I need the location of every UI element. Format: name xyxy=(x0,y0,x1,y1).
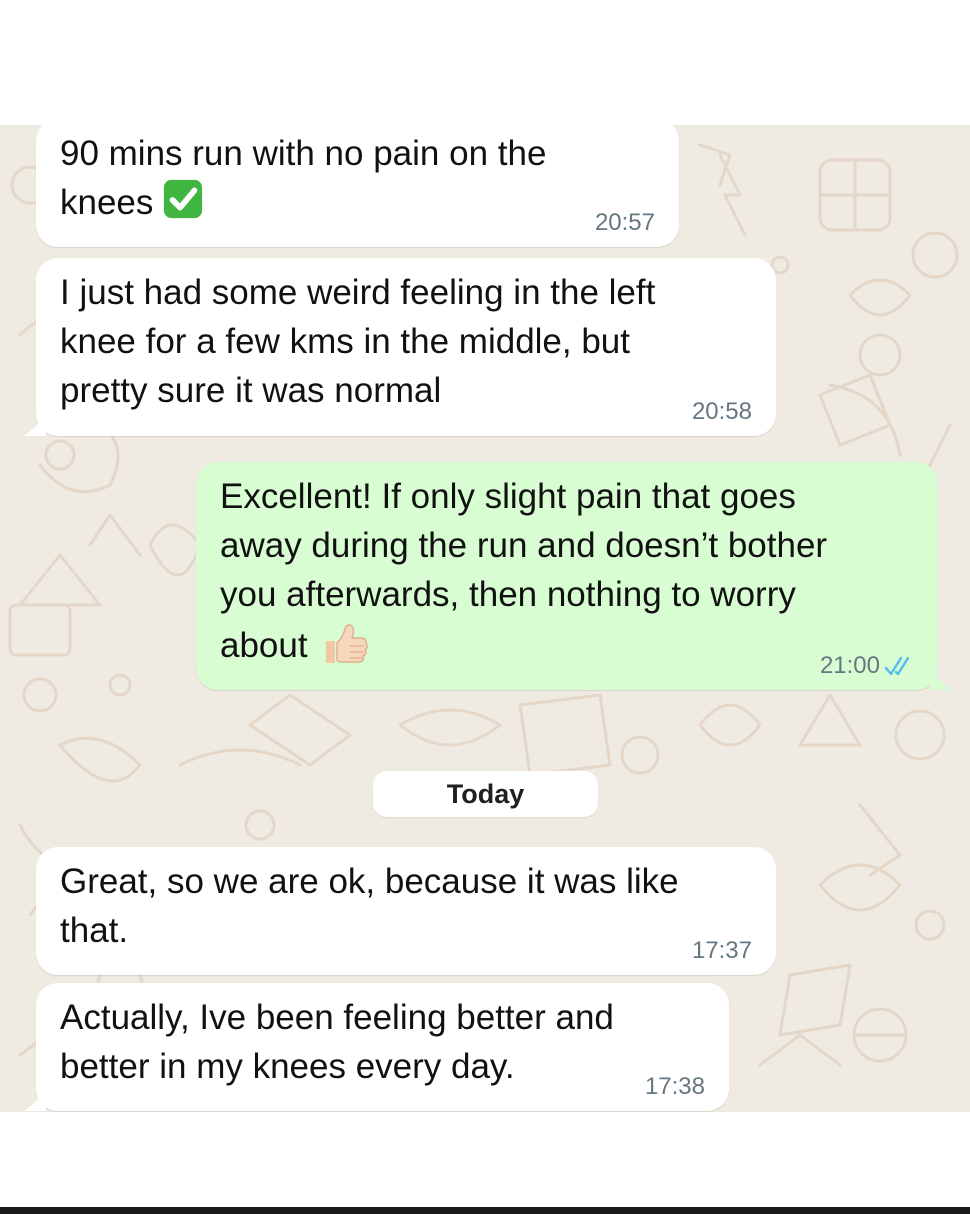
check-mark-button-emoji xyxy=(164,179,203,219)
message-text: Actually, Ive been feeling better and be… xyxy=(60,998,614,1086)
bottom-divider xyxy=(0,1207,970,1214)
message-timestamp: 20:57 xyxy=(594,209,655,236)
date-separator: Today xyxy=(373,771,598,817)
message-bubble-incoming[interactable]: I just had some weird feeling in the lef… xyxy=(36,258,776,436)
thumbs-up-emoji xyxy=(325,624,368,663)
bubble-tail xyxy=(930,668,952,690)
message-text: 90 mins run with no pain on the knees xyxy=(60,134,547,222)
read-receipt-double-check-icon xyxy=(884,656,910,676)
screenshot-page: 90 mins run with no pain on the knees 20… xyxy=(0,0,970,1214)
bubble-tail xyxy=(24,1089,46,1111)
message-text: I just had some weird feeling in the lef… xyxy=(60,273,656,410)
message-timestamp: 17:37 xyxy=(691,937,752,964)
message-timestamp: 20:58 xyxy=(691,398,752,425)
message-timestamp: 21:00 xyxy=(819,652,880,679)
message-bubble-incoming[interactable]: 90 mins run with no pain on the knees 20… xyxy=(36,125,679,247)
message-bubble-outgoing[interactable]: Excellent! If only slight pain that goes… xyxy=(196,462,938,690)
message-bubble-incoming[interactable]: Great, so we are ok, because it was like… xyxy=(36,847,776,975)
message-timestamp: 17:38 xyxy=(644,1073,705,1100)
message-bubble-incoming[interactable]: Actually, Ive been feeling better and be… xyxy=(36,983,729,1111)
bubble-tail xyxy=(24,414,46,436)
message-text: Great, so we are ok, because it was like… xyxy=(60,862,679,950)
message-text: Excellent! If only slight pain that goes… xyxy=(220,472,914,670)
chat-area[interactable]: 90 mins run with no pain on the knees 20… xyxy=(0,125,970,1112)
